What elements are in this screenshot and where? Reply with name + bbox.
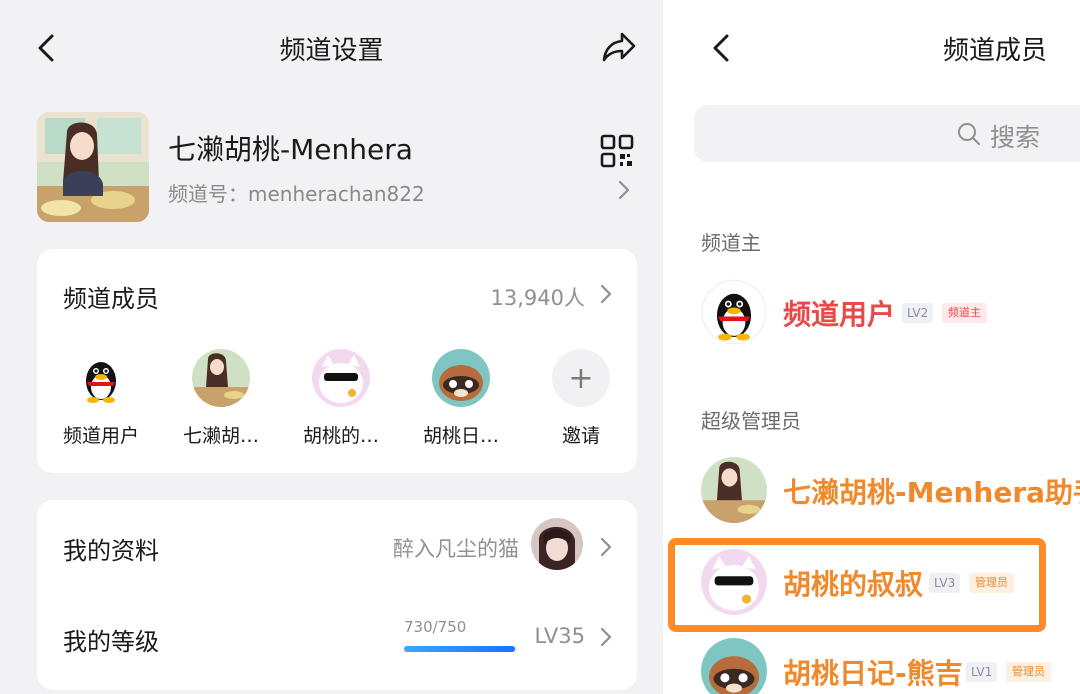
search-icon xyxy=(958,123,980,145)
level-badge: LV1 xyxy=(966,662,998,682)
chevron-right-icon[interactable] xyxy=(614,176,634,204)
plus-icon: + xyxy=(552,349,610,407)
chevron-right-icon[interactable] xyxy=(597,624,615,650)
member-name: 胡桃日… xyxy=(422,425,499,447)
raccoon-avatar xyxy=(432,349,490,407)
raccoon-avatar xyxy=(701,638,767,694)
channel-name: 七濑胡桃-Menhera xyxy=(168,133,413,166)
profile-avatar[interactable] xyxy=(531,518,583,570)
member-name: 胡桃的… xyxy=(302,425,379,447)
level-value: LV35 xyxy=(534,624,585,648)
member-avatar-item[interactable]: 七濑胡… xyxy=(171,349,271,448)
invite-label: 邀请 xyxy=(561,425,600,447)
members-card: 频道成员 13,940人 频道用户 七濑胡… 胡桃的… 胡桃日… + 邀请 xyxy=(37,249,637,473)
anime-girl-avatar xyxy=(192,349,250,407)
member-name: 胡桃日记-熊吉 xyxy=(783,657,963,690)
section-title-super-admin: 超级管理员 xyxy=(701,409,801,433)
level-progress-text: 730/750 xyxy=(404,618,467,636)
member-name: 七濑胡… xyxy=(182,425,259,447)
my-level-label[interactable]: 我的等级 xyxy=(63,622,159,657)
channel-avatar[interactable] xyxy=(37,112,149,222)
member-search-input[interactable]: 搜索 xyxy=(694,105,1080,162)
role-badge-owner: 频道主 xyxy=(942,303,987,323)
penguin-avatar xyxy=(72,349,130,407)
my-profile-nickname: 醉入凡尘的猫 xyxy=(393,537,519,561)
member-avatar-item[interactable]: 胡桃日… xyxy=(411,349,511,448)
qr-code-icon[interactable] xyxy=(600,134,634,168)
cat-sunglasses-avatar xyxy=(312,349,370,407)
level-badge: LV2 xyxy=(902,303,934,323)
back-arrow-icon[interactable] xyxy=(705,28,741,68)
anime-girl-avatar xyxy=(701,457,767,523)
highlight-box xyxy=(668,538,1046,632)
my-profile-label[interactable]: 我的资料 xyxy=(63,531,159,566)
member-name: 频道用户 xyxy=(783,298,896,331)
chevron-right-icon[interactable] xyxy=(597,534,615,560)
role-badge-admin: 管理员 xyxy=(1006,662,1051,682)
page-title: 频道成员 xyxy=(943,36,1048,66)
chevron-right-icon[interactable] xyxy=(597,281,615,307)
channel-members-panel: 频道成员 搜索 频道主 频道用户 LV2 频道主 超级管理员 七濑胡桃-Menh… xyxy=(663,0,1080,694)
search-placeholder: 搜索 xyxy=(990,123,1041,152)
member-name: 七濑胡桃-Menhera助手 xyxy=(783,476,1080,509)
level-progress-bar xyxy=(404,646,518,652)
anime-girl-avatar-image xyxy=(37,112,149,222)
share-icon[interactable] xyxy=(598,26,640,68)
channel-id: 频道号：menherachan822 xyxy=(168,182,425,206)
profile-card: 我的资料 醉入凡尘的猫 我的等级 730/750 LV35 xyxy=(37,500,637,690)
penguin-avatar xyxy=(701,279,767,345)
member-avatar-item[interactable]: 频道用户 xyxy=(51,349,151,448)
members-count: 13,940人 xyxy=(490,286,585,310)
member-avatar-item[interactable]: 胡桃的… xyxy=(291,349,391,448)
invite-button[interactable]: + 邀请 xyxy=(531,349,631,448)
settings-top-bar: 频道设置 xyxy=(0,0,663,95)
section-title-owner: 频道主 xyxy=(701,231,761,255)
members-row-label[interactable]: 频道成员 xyxy=(63,279,159,314)
page-title: 频道设置 xyxy=(279,36,384,66)
member-name: 频道用户 xyxy=(62,425,139,447)
level-progress-fill xyxy=(404,646,515,652)
channel-settings-panel: 频道设置 七濑胡桃-Menhera 频道号：menherachan822 频道成… xyxy=(0,0,663,694)
